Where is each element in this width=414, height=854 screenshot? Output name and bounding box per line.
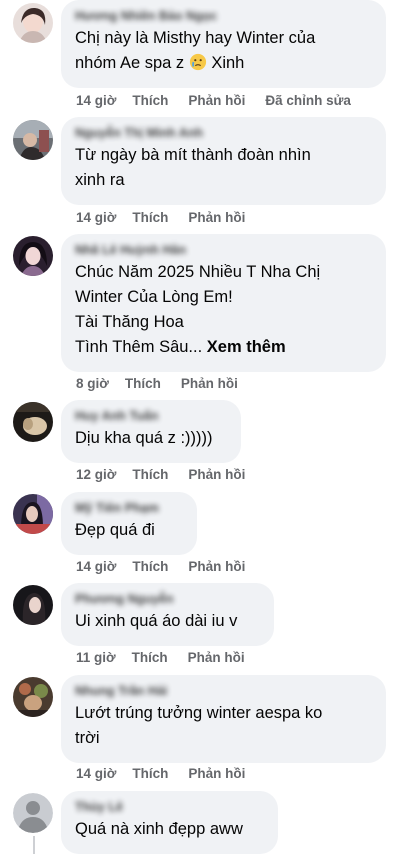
comment-line: trời <box>75 729 100 747</box>
reply-button[interactable]: Phản hồi <box>188 467 245 482</box>
comment-bubble: Mỹ Tiên Phạm Đẹp quá đi <box>61 492 197 555</box>
avatar[interactable] <box>13 120 53 160</box>
comment-actions: 14 giờ Thích Phản hồi <box>76 765 265 783</box>
comment-line-text: Tình Thêm Sâu... <box>75 338 203 356</box>
comment-time[interactable]: 14 giờ <box>76 766 116 781</box>
comment-line: Tài Thăng Hoa <box>75 313 184 331</box>
comment-bubble: Huy Anh Tuấn Dịu kha quá z :))))) <box>61 400 241 463</box>
comment-time[interactable]: 8 giờ <box>76 376 109 391</box>
comment-author[interactable]: Huy Anh Tuấn <box>75 408 227 424</box>
reply-button[interactable]: Phản hồi <box>188 766 245 781</box>
comment-actions: 14 giờ Thích Phản hồi <box>76 209 265 227</box>
comment-line: Từ ngày bà mít thành đoàn nhìn <box>75 146 311 164</box>
comment-author[interactable]: Nhung Trần Hải <box>75 683 372 699</box>
comment-author[interactable]: Thùy Lê <box>75 799 264 815</box>
comment-line: Lướt trúng tưởng winter aespa ko <box>75 704 323 722</box>
comment-line: nhóm Ae spa z Xinh <box>75 51 372 76</box>
comment-actions: 12 giờ Thích Phản hồi <box>76 466 265 484</box>
like-button[interactable]: Thích <box>132 93 168 108</box>
comment-line: Tình Thêm Sâu... Xem thêm <box>75 335 372 360</box>
comment-text: Đẹp quá đi <box>75 518 183 543</box>
comment-text: Ui xinh quá áo dài iu v <box>75 609 260 634</box>
crying-face-emoji <box>189 53 206 71</box>
like-button[interactable]: Thích <box>125 376 161 391</box>
comment-line: xinh ra <box>75 171 125 189</box>
like-button[interactable]: Thích <box>132 210 168 225</box>
like-button[interactable]: Thích <box>132 766 168 781</box>
comment-bubble: Hương Nhiên Bảo Ngọc Chị này là Misthy h… <box>61 0 386 88</box>
comment-actions: 8 giờ Thích Phản hồi <box>76 375 258 393</box>
comment-line: Đẹp quá đi <box>75 521 155 539</box>
comment-line: Chúc Năm 2025 Nhiều T Nha Chị <box>75 263 321 281</box>
comment-bubble: Nhã Lê Huỳnh Hân Chúc Năm 2025 Nhiều T N… <box>61 234 386 372</box>
comment-line: Ui xinh quá áo dài iu v <box>75 612 238 630</box>
avatar[interactable] <box>13 585 53 625</box>
comment-bubble: Thùy Lê Quá nà xinh đẹpp aww <box>61 791 278 854</box>
comment-text: Dịu kha quá z :))))) <box>75 426 227 451</box>
comment-tail-text: Xinh <box>206 54 245 72</box>
comment-actions: 14 giờ Thích Phản hồi <box>76 558 265 576</box>
like-button[interactable]: Thích <box>132 650 168 665</box>
comment-line: Chị này là Misthy hay Winter của <box>75 29 316 47</box>
avatar[interactable] <box>13 677 53 717</box>
comment-time[interactable]: 14 giờ <box>76 559 116 574</box>
comment-text: Từ ngày bà mít thành đoàn nhìn xinh ra <box>75 143 372 193</box>
comment-author[interactable]: Nhã Lê Huỳnh Hân <box>75 242 372 258</box>
edited-label[interactable]: Đã chỉnh sửa <box>265 93 351 108</box>
avatar[interactable] <box>13 236 53 276</box>
comment-author[interactable]: Hương Nhiên Bảo Ngọc <box>75 8 372 24</box>
comment-line-text: nhóm Ae spa z <box>75 54 185 72</box>
avatar[interactable] <box>13 402 53 442</box>
comment-text: Lướt trúng tưởng winter aespa ko trời <box>75 701 372 751</box>
comment-bubble: Nguyễn Thị Minh Anh Từ ngày bà mít thành… <box>61 117 386 205</box>
comment-author[interactable]: Phương Nguyễn <box>75 591 260 607</box>
comment-time[interactable]: 12 giờ <box>76 467 116 482</box>
like-button[interactable]: Thích <box>132 467 168 482</box>
comment-bubble: Phương Nguyễn Ui xinh quá áo dài iu v <box>61 583 274 646</box>
comment-author[interactable]: Mỹ Tiên Phạm <box>75 500 183 516</box>
reply-button[interactable]: Phản hồi <box>181 376 238 391</box>
avatar[interactable] <box>13 494 53 534</box>
comment-text: Chúc Năm 2025 Nhiều T Nha Chị Winter Của… <box>75 260 372 360</box>
comment-actions: 11 giờ Thích Phản hồi <box>76 649 265 667</box>
thread-line <box>33 836 35 854</box>
comment-time[interactable]: 14 giờ <box>76 210 116 225</box>
reply-button[interactable]: Phản hồi <box>188 93 245 108</box>
default-avatar-icon[interactable] <box>13 793 53 833</box>
comment-time[interactable]: 11 giờ <box>76 650 116 665</box>
comment-time[interactable]: 14 giờ <box>76 93 116 108</box>
comment-author[interactable]: Nguyễn Thị Minh Anh <box>75 125 372 141</box>
avatar[interactable] <box>13 3 53 43</box>
comment-line: Quá nà xinh đẹpp aww <box>75 820 243 838</box>
comment-bubble: Nhung Trần Hải Lướt trúng tưởng winter a… <box>61 675 386 763</box>
comment-text: Chị này là Misthy hay Winter của nhóm Ae… <box>75 26 372 76</box>
reply-button[interactable]: Phản hồi <box>188 559 245 574</box>
comment-actions: 14 giờ Thích Phản hồi Đã chỉnh sửa <box>76 92 371 110</box>
comment-text: Quá nà xinh đẹpp aww <box>75 817 264 842</box>
reply-button[interactable]: Phản hồi <box>188 650 245 665</box>
see-more-link[interactable]: Xem thêm <box>207 338 286 356</box>
comment-line: Dịu kha quá z :))))) <box>75 429 213 447</box>
like-button[interactable]: Thích <box>132 559 168 574</box>
comment-line: Winter Của Lòng Em! <box>75 288 233 306</box>
reply-button[interactable]: Phản hồi <box>188 210 245 225</box>
